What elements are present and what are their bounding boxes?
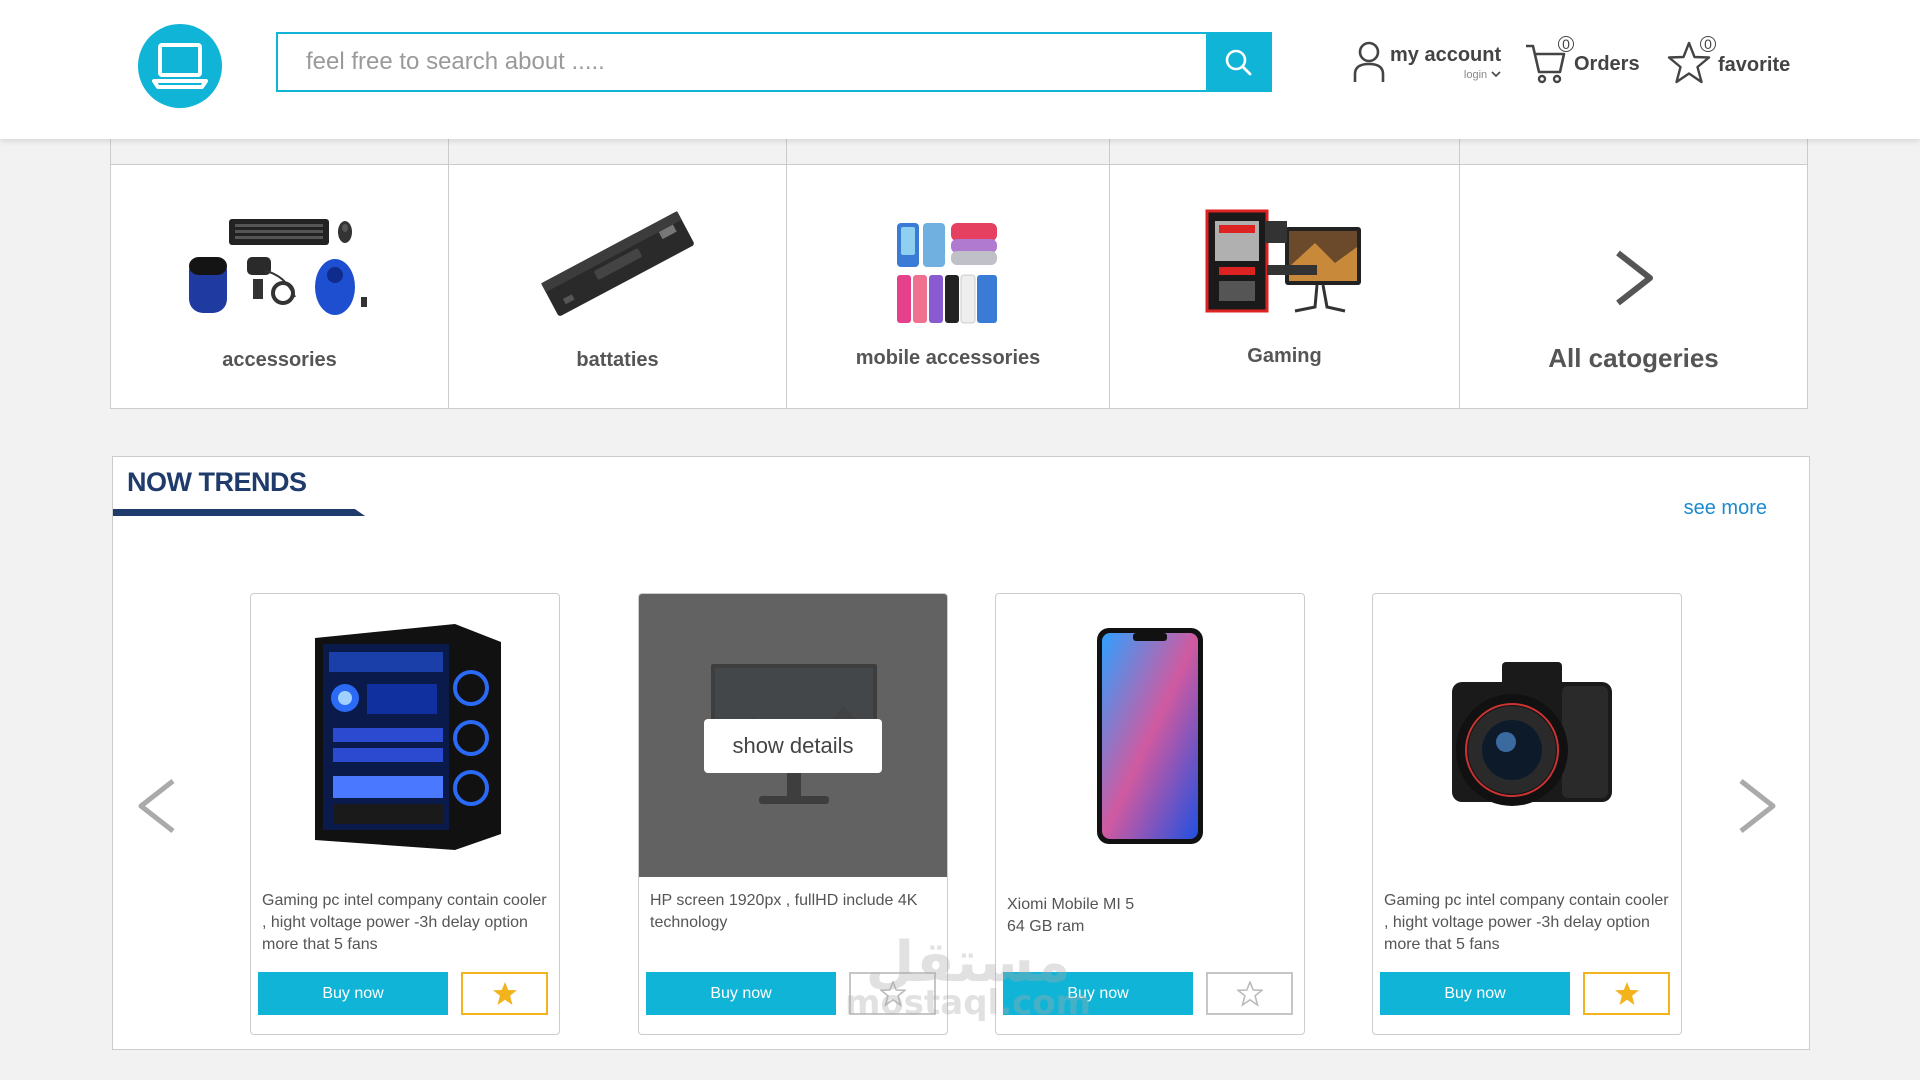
favorite-label: favorite [1718,54,1791,76]
accessories-icon [185,205,375,322]
search-input[interactable] [278,34,1206,90]
title-underline [113,509,365,516]
camera-icon [1452,661,1612,806]
category-battaties[interactable]: battaties [449,165,787,408]
product-description: Gaming pc intel company contain cooler ,… [1384,892,1669,953]
product-card[interactable]: Gaming pc intel company contain cooler ,… [1372,593,1682,1035]
product-image[interactable] [251,594,559,877]
favorite-count-badge: 0 [1700,36,1716,52]
category-label: accessories [222,349,337,371]
search-bar [276,32,1272,92]
login-dropdown[interactable]: login [1464,69,1501,81]
favorite-link[interactable]: 0 favorite [1666,36,1791,91]
phone-cases-icon [895,221,1001,330]
product-card[interactable]: Gaming pc intel company contain cooler ,… [250,593,560,1035]
category-top-strip [110,139,1808,165]
show-details-button[interactable]: show details [704,718,882,773]
product-hover-overlay: show details [639,594,947,877]
chevron-down-icon [1491,71,1501,78]
product-description: Gaming pc intel company contain cooler ,… [262,892,547,953]
favorite-toggle[interactable] [461,972,548,1015]
login-label: login [1463,68,1488,81]
site-header: my account login 0 Orders 0 favorite [0,0,1920,139]
gaming-pc-case-icon [315,623,501,850]
category-gaming[interactable]: Gaming [1110,165,1460,408]
orders-label: Orders [1574,53,1640,75]
carousel-prev-button[interactable] [135,777,179,840]
search-button[interactable] [1206,34,1270,90]
product-description: HP screen 1920px , fullHD include 4K tec… [650,892,918,931]
star-filled-icon [1614,981,1639,1005]
search-icon [1225,49,1252,76]
product-image[interactable] [996,594,1304,877]
category-all[interactable]: All catogeries [1460,165,1807,408]
chevron-left-icon [138,779,175,833]
my-account-menu[interactable]: my account login [1352,40,1501,84]
section-title: NOW TRENDS [127,467,307,497]
carousel-next-button[interactable] [1735,777,1779,840]
category-bar: accessories battaties mobile accessories… [110,164,1808,409]
orders-count-badge: 0 [1558,36,1574,52]
buy-now-button[interactable]: Buy now [258,972,448,1015]
buy-now-button[interactable]: Buy now [1380,972,1570,1015]
product-image[interactable] [1373,594,1681,877]
my-account-label: my account [1390,43,1502,66]
star-filled-icon [492,981,517,1005]
laptop-logo-icon[interactable] [138,24,222,108]
category-label: All catogeries [1548,343,1719,373]
category-accessories[interactable]: accessories [111,165,449,408]
category-mobile-accessories[interactable]: mobile accessories [787,165,1110,408]
star-outline-icon [1236,980,1263,1007]
watermark: مستقل mostaql.com [845,930,1092,1023]
favorite-toggle[interactable] [1583,972,1670,1015]
favorite-toggle[interactable] [1206,972,1293,1015]
category-label: mobile accessories [855,347,1041,369]
smartphone-icon [1097,627,1203,844]
category-label: Gaming [1247,345,1322,367]
user-icon [1353,41,1385,82]
chevron-right-icon [1739,779,1776,833]
orders-link[interactable]: 0 Orders [1524,36,1640,89]
chevron-right-icon [1612,249,1656,312]
buy-now-button[interactable]: Buy now [646,972,836,1015]
category-label: battaties [576,349,659,371]
see-more-link[interactable]: see more [1684,497,1767,520]
battery-icon [533,209,703,324]
gaming-pc-icon [1205,207,1365,330]
